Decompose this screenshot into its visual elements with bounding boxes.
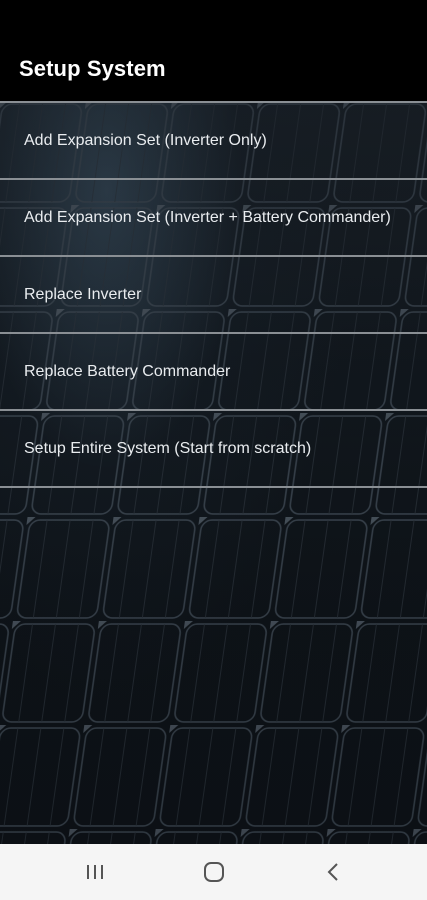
setup-options-list: Add Expansion Set (Inverter Only) Add Ex… bbox=[0, 101, 427, 488]
menu-item-label: Setup Entire System (Start from scratch) bbox=[24, 439, 312, 457]
home-icon bbox=[204, 862, 224, 882]
system-navigation-bar bbox=[0, 844, 427, 900]
back-button[interactable] bbox=[303, 844, 363, 900]
menu-item-label: Replace Battery Commander bbox=[24, 362, 231, 380]
menu-item-add-expansion-inverter-only[interactable]: Add Expansion Set (Inverter Only) bbox=[0, 101, 427, 178]
menu-item-setup-entire-system[interactable]: Setup Entire System (Start from scratch) bbox=[0, 409, 427, 488]
app-bar: Setup System bbox=[0, 0, 427, 101]
home-button[interactable] bbox=[184, 844, 244, 900]
menu-item-replace-battery-commander[interactable]: Replace Battery Commander bbox=[0, 332, 427, 409]
menu-item-label: Add Expansion Set (Inverter Only) bbox=[24, 131, 267, 149]
back-icon bbox=[327, 863, 338, 881]
menu-item-label: Replace Inverter bbox=[24, 285, 142, 303]
recent-apps-icon bbox=[87, 865, 103, 879]
recent-apps-button[interactable] bbox=[65, 844, 125, 900]
menu-item-label: Add Expansion Set (Inverter + Battery Co… bbox=[24, 208, 391, 226]
page-title: Setup System bbox=[19, 56, 166, 81]
menu-item-add-expansion-inverter-battery-commander[interactable]: Add Expansion Set (Inverter + Battery Co… bbox=[0, 178, 427, 255]
menu-item-replace-inverter[interactable]: Replace Inverter bbox=[0, 255, 427, 332]
